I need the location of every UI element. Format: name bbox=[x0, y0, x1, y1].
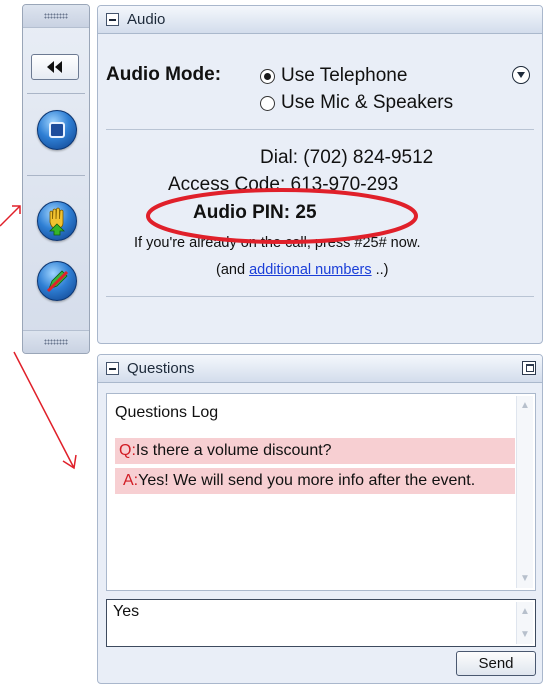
dial-number: (702) 824-9512 bbox=[303, 147, 434, 168]
access-code-line: Access Code: 613-970-293 bbox=[168, 174, 398, 196]
additional-suffix: ..) bbox=[375, 262, 389, 278]
question-input[interactable]: Yes ▲ ▼ bbox=[106, 599, 536, 647]
question-text: Is there a volume discount? bbox=[135, 442, 332, 459]
double-left-arrow-icon bbox=[47, 61, 62, 73]
question-item: Q:Is there a volume discount? bbox=[115, 438, 515, 464]
arrow-head-icon bbox=[62, 454, 77, 470]
questions-log-title: Questions Log bbox=[115, 404, 219, 421]
answer-prefix: A: bbox=[123, 472, 139, 489]
audio-panel-body: Audio Mode: Use Telephone Use Mic & Spea… bbox=[98, 34, 542, 344]
already-on-call-note: If you're already on the call, press #25… bbox=[134, 235, 421, 251]
radio-use-telephone[interactable]: Use Telephone bbox=[260, 65, 407, 87]
divider bbox=[106, 296, 534, 297]
access-code-value: 613-970-293 bbox=[290, 174, 399, 195]
answer-item: A:Yes! We will send you more info after … bbox=[115, 468, 515, 494]
collapse-minus-icon[interactable] bbox=[106, 362, 119, 375]
dial-label: Dial: bbox=[260, 147, 299, 168]
annotation-arrow-line bbox=[0, 205, 21, 227]
collapse-minus-icon[interactable] bbox=[106, 13, 119, 26]
questions-panel: Questions Questions Log Q:Is there a vol… bbox=[97, 354, 543, 684]
divider bbox=[106, 129, 534, 130]
audio-pin-line: Audio PIN: 25 bbox=[193, 202, 317, 224]
arrow-head-icon bbox=[12, 205, 21, 214]
access-code-label: Access Code: bbox=[168, 174, 286, 195]
scroll-down-icon[interactable]: ▼ bbox=[518, 627, 532, 642]
radio-button-selected[interactable] bbox=[260, 68, 275, 84]
audio-pin-value: 25 bbox=[295, 202, 317, 223]
raise-hand-icon bbox=[49, 207, 65, 236]
presenter-toolbar bbox=[22, 4, 90, 354]
toolbar-divider bbox=[27, 93, 85, 94]
answer-text: Yes! We will send you more info after th… bbox=[138, 472, 476, 489]
annotation-arrow-line bbox=[13, 351, 75, 469]
radio-label: Use Mic & Speakers bbox=[281, 92, 454, 113]
additional-prefix: (and bbox=[216, 262, 246, 278]
radio-label: Use Telephone bbox=[281, 65, 408, 86]
questions-log: Questions Log Q:Is there a volume discou… bbox=[106, 393, 536, 591]
questions-log-scrollbar[interactable]: ▲ ▼ bbox=[516, 396, 533, 588]
dial-line: Dial: (702) 824-9512 bbox=[260, 147, 433, 169]
toolbar-divider bbox=[27, 175, 85, 176]
chevron-down-icon bbox=[517, 72, 525, 78]
scroll-up-icon[interactable]: ▲ bbox=[518, 604, 532, 619]
grip-dots-icon bbox=[44, 13, 68, 19]
popout-window-icon[interactable] bbox=[522, 361, 536, 375]
audio-options-dropdown[interactable] bbox=[512, 66, 530, 84]
question-prefix: Q: bbox=[119, 442, 136, 459]
audio-panel-header[interactable]: Audio bbox=[98, 6, 542, 34]
question-input-text[interactable]: Yes bbox=[113, 603, 139, 621]
additional-numbers-line: (and additional numbers ..) bbox=[216, 262, 389, 278]
drag-handle-top[interactable] bbox=[23, 5, 89, 28]
pen-off-button[interactable] bbox=[37, 261, 77, 301]
pen-off-icon bbox=[46, 270, 69, 293]
audio-panel-title: Audio bbox=[127, 11, 166, 28]
scroll-up-icon[interactable]: ▲ bbox=[518, 398, 532, 413]
collapse-panel-button[interactable] bbox=[31, 54, 79, 80]
radio-use-mic-speakers[interactable]: Use Mic & Speakers bbox=[260, 92, 453, 114]
audio-panel: Audio Audio Mode: Use Telephone Use Mic … bbox=[97, 5, 543, 344]
radio-button[interactable] bbox=[260, 95, 275, 111]
question-input-scrollbar[interactable]: ▲ ▼ bbox=[516, 602, 533, 644]
audio-pin-label: Audio PIN: bbox=[193, 202, 291, 223]
drag-handle-bottom[interactable] bbox=[23, 330, 89, 353]
send-button[interactable]: Send bbox=[456, 651, 536, 676]
scroll-down-icon[interactable]: ▼ bbox=[518, 571, 532, 586]
questions-panel-header[interactable]: Questions bbox=[98, 355, 542, 383]
additional-numbers-link[interactable]: additional numbers bbox=[249, 262, 372, 278]
stop-button[interactable] bbox=[37, 110, 77, 150]
stop-icon bbox=[49, 122, 65, 138]
raise-hand-button[interactable] bbox=[37, 201, 77, 241]
grip-dots-icon bbox=[44, 339, 68, 345]
audio-mode-label: Audio Mode: bbox=[106, 64, 222, 85]
questions-panel-title: Questions bbox=[127, 360, 195, 377]
